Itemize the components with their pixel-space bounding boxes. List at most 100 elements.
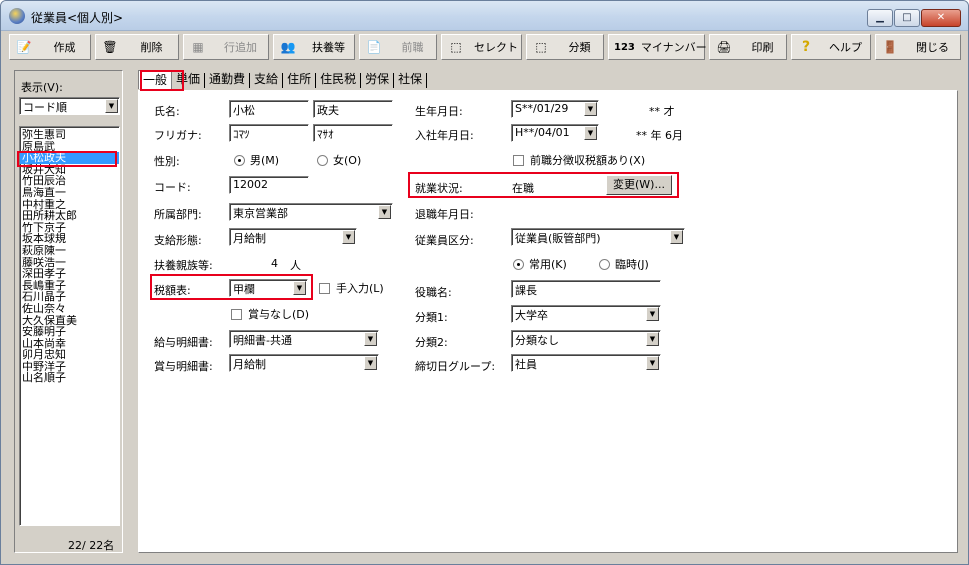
toolbar: 📝 作成 🗑 削除 ▦ 行追加 👥 扶養等 📄 前職 ⬚ セレクト ⬚ 分類 123 マイナンバ… <box>5 34 965 61</box>
employee-list-item[interactable]: 萩原陳一 <box>20 245 119 257</box>
employee-list-item[interactable]: 深田孝子 <box>20 268 119 280</box>
checkbox-icon <box>513 155 524 166</box>
cutoff-select[interactable]: 社員 ▼ <box>511 354 661 372</box>
job-title-field[interactable]: 課長 <box>511 280 661 298</box>
employee-list-item[interactable]: 竹下京子 <box>20 222 119 234</box>
tenure-value: ** 年 6月 <box>636 129 683 142</box>
class1-select[interactable]: 大学卒 ▼ <box>511 305 661 323</box>
dependents-button[interactable]: 👥 扶養等 <box>273 34 355 60</box>
name-label: 氏名: <box>154 105 180 118</box>
last-name-field[interactable]: 小松 <box>229 100 309 118</box>
emp-class-label: 従業員区分: <box>415 234 474 247</box>
employee-list-item[interactable]: 山名順子 <box>20 372 119 384</box>
status-value: 在職 <box>512 182 534 195</box>
gender-female-radio[interactable]: 女(O) <box>317 152 361 168</box>
create-button[interactable]: 📝 作成 <box>9 34 91 60</box>
chevron-down-icon: ▼ <box>364 332 377 346</box>
chevron-down-icon: ▼ <box>584 102 597 116</box>
employee-list-item[interactable]: 山本尚幸 <box>20 338 119 350</box>
gender-male-radio[interactable]: 男(M) <box>234 152 279 168</box>
employee-list-item[interactable]: 佐山奈々 <box>20 303 119 315</box>
employee-list-item[interactable]: 弥生惠司 <box>20 129 119 141</box>
maximize-button[interactable]: □ <box>894 9 920 27</box>
previous-job-button[interactable]: 📄 前職 <box>359 34 437 60</box>
tab-general[interactable]: 一般 <box>138 70 173 89</box>
temporary-radio[interactable]: 臨時(J) <box>599 256 649 272</box>
employee-list-item[interactable]: 坂本球規 <box>20 233 119 245</box>
birth-date-field[interactable]: S**/01/29 ▼ <box>511 100 599 118</box>
employee-list-item[interactable]: 大久保直美 <box>20 315 119 327</box>
no-bonus-checkbox[interactable]: 賞与なし(D) <box>231 306 309 322</box>
employee-list-item[interactable]: 石川晶子 <box>20 291 119 303</box>
code-field[interactable]: 12002 <box>229 176 309 194</box>
grid-icon: ▦ <box>192 40 204 54</box>
tab-payment[interactable]: 支給 <box>250 70 282 89</box>
employee-list-item[interactable]: 原島武 <box>20 141 119 153</box>
employee-list-item[interactable]: 竹田辰治 <box>20 175 119 187</box>
age-value: ** 才 <box>649 105 675 118</box>
first-name-field[interactable]: 政夫 <box>313 100 393 118</box>
payslip-select[interactable]: 明細書-共通 ▼ <box>229 330 379 348</box>
radio-selected-icon <box>234 155 245 166</box>
hire-label: 入社年月日: <box>415 129 474 142</box>
gender-label: 性別: <box>154 155 180 168</box>
close-button[interactable]: 🚪 閉じる <box>875 34 961 60</box>
employee-list-item[interactable]: 小松政夫 <box>20 152 119 164</box>
employee-list-item[interactable]: 鳥海直一 <box>20 187 119 199</box>
tab-labor-insurance[interactable]: 労保 <box>361 70 393 89</box>
my-number-icon: 123 <box>614 41 635 53</box>
employee-list-item[interactable]: 安藤明子 <box>20 326 119 338</box>
tab-social-insurance[interactable]: 社保 <box>394 70 426 89</box>
employee-list-item[interactable]: 中野洋子 <box>20 361 119 373</box>
tab-bar: 一般 単価 通勤費 支給 住所 住民税 労保 社保 <box>138 70 428 90</box>
employee-list-item[interactable]: 中村重之 <box>20 199 119 211</box>
employee-listbox[interactable]: 弥生惠司 原島武 小松政夫 坂井大知 竹田辰治 鳥海直一 中村重之 田所耕太郎 竹下京子 坂本球規… <box>19 126 120 526</box>
help-button[interactable]: ? ヘルプ <box>791 34 871 60</box>
regular-radio[interactable]: 常用(K) <box>513 256 567 272</box>
manual-input-checkbox[interactable]: 手入力(L) <box>319 280 384 296</box>
classify-icon: ⬚ <box>535 40 547 54</box>
select-button[interactable]: ⬚ セレクト <box>441 34 522 60</box>
employee-list-item[interactable]: 卯月忠知 <box>20 349 119 361</box>
tax-table-select[interactable]: 甲欄 ▼ <box>229 279 308 297</box>
dept-select[interactable]: 東京営業部 ▼ <box>229 203 393 221</box>
employee-list-item[interactable]: 坂井大知 <box>20 164 119 176</box>
radio-icon <box>599 259 610 270</box>
pay-type-label: 支給形態: <box>154 234 202 247</box>
hire-date-field[interactable]: H**/04/01 ▼ <box>511 124 599 142</box>
employee-list-item[interactable]: 長嶋重子 <box>20 280 119 292</box>
last-kana-field[interactable]: ｺﾏﾂ <box>229 124 309 142</box>
dept-label: 所属部門: <box>154 208 202 221</box>
kana-label: フリガナ: <box>154 129 202 142</box>
status-label: 就業状況: <box>415 182 463 195</box>
bonus-slip-select[interactable]: 月給制 ▼ <box>229 354 379 372</box>
sort-order-select[interactable]: コード順 ▼ <box>19 97 120 115</box>
add-row-button[interactable]: ▦ 行追加 <box>183 34 269 60</box>
prev-tax-checkbox[interactable]: 前職分徴収税額あり(X) <box>513 152 645 168</box>
tab-unit-price[interactable]: 単価 <box>172 70 204 89</box>
dependents-unit: 人 <box>290 259 301 272</box>
chevron-down-icon: ▼ <box>584 126 597 140</box>
employee-list-item[interactable]: 藤咲浩一 <box>20 257 119 269</box>
classify-button[interactable]: ⬚ 分類 <box>526 34 604 60</box>
minimize-button[interactable]: ▁ <box>867 9 893 27</box>
employee-list-item[interactable]: 田所耕太郎 <box>20 210 119 222</box>
radio-icon <box>317 155 328 166</box>
class2-select[interactable]: 分類なし ▼ <box>511 330 661 348</box>
emp-class-select[interactable]: 従業員(販管部門) ▼ <box>511 228 685 246</box>
cutoff-label: 締切日グループ: <box>415 360 496 373</box>
delete-button[interactable]: 🗑 削除 <box>95 34 179 60</box>
tab-address[interactable]: 住所 <box>283 70 315 89</box>
change-status-button[interactable]: 変更(W)... <box>606 175 672 195</box>
trash-icon: 🗑 <box>102 40 118 54</box>
close-window-button[interactable]: ✕ <box>921 9 961 27</box>
employee-window: 従業員<個人別> ▁ □ ✕ 📝 作成 🗑 削除 ▦ 行追加 👥 扶養等 📄 前職 ⬚ セレ… <box>0 0 969 565</box>
payslip-label: 給与明細書: <box>154 336 213 349</box>
tab-commute[interactable]: 通勤費 <box>205 70 249 89</box>
tab-resident-tax[interactable]: 住民税 <box>316 70 360 89</box>
pay-type-select[interactable]: 月給制 ▼ <box>229 228 357 246</box>
my-number-button[interactable]: 123 マイナンバー <box>608 34 707 60</box>
window-title: 従業員<個人別> <box>31 11 124 25</box>
print-button[interactable]: 🖨 印刷 <box>709 34 787 60</box>
first-kana-field[interactable]: ﾏｻｵ <box>313 124 393 142</box>
